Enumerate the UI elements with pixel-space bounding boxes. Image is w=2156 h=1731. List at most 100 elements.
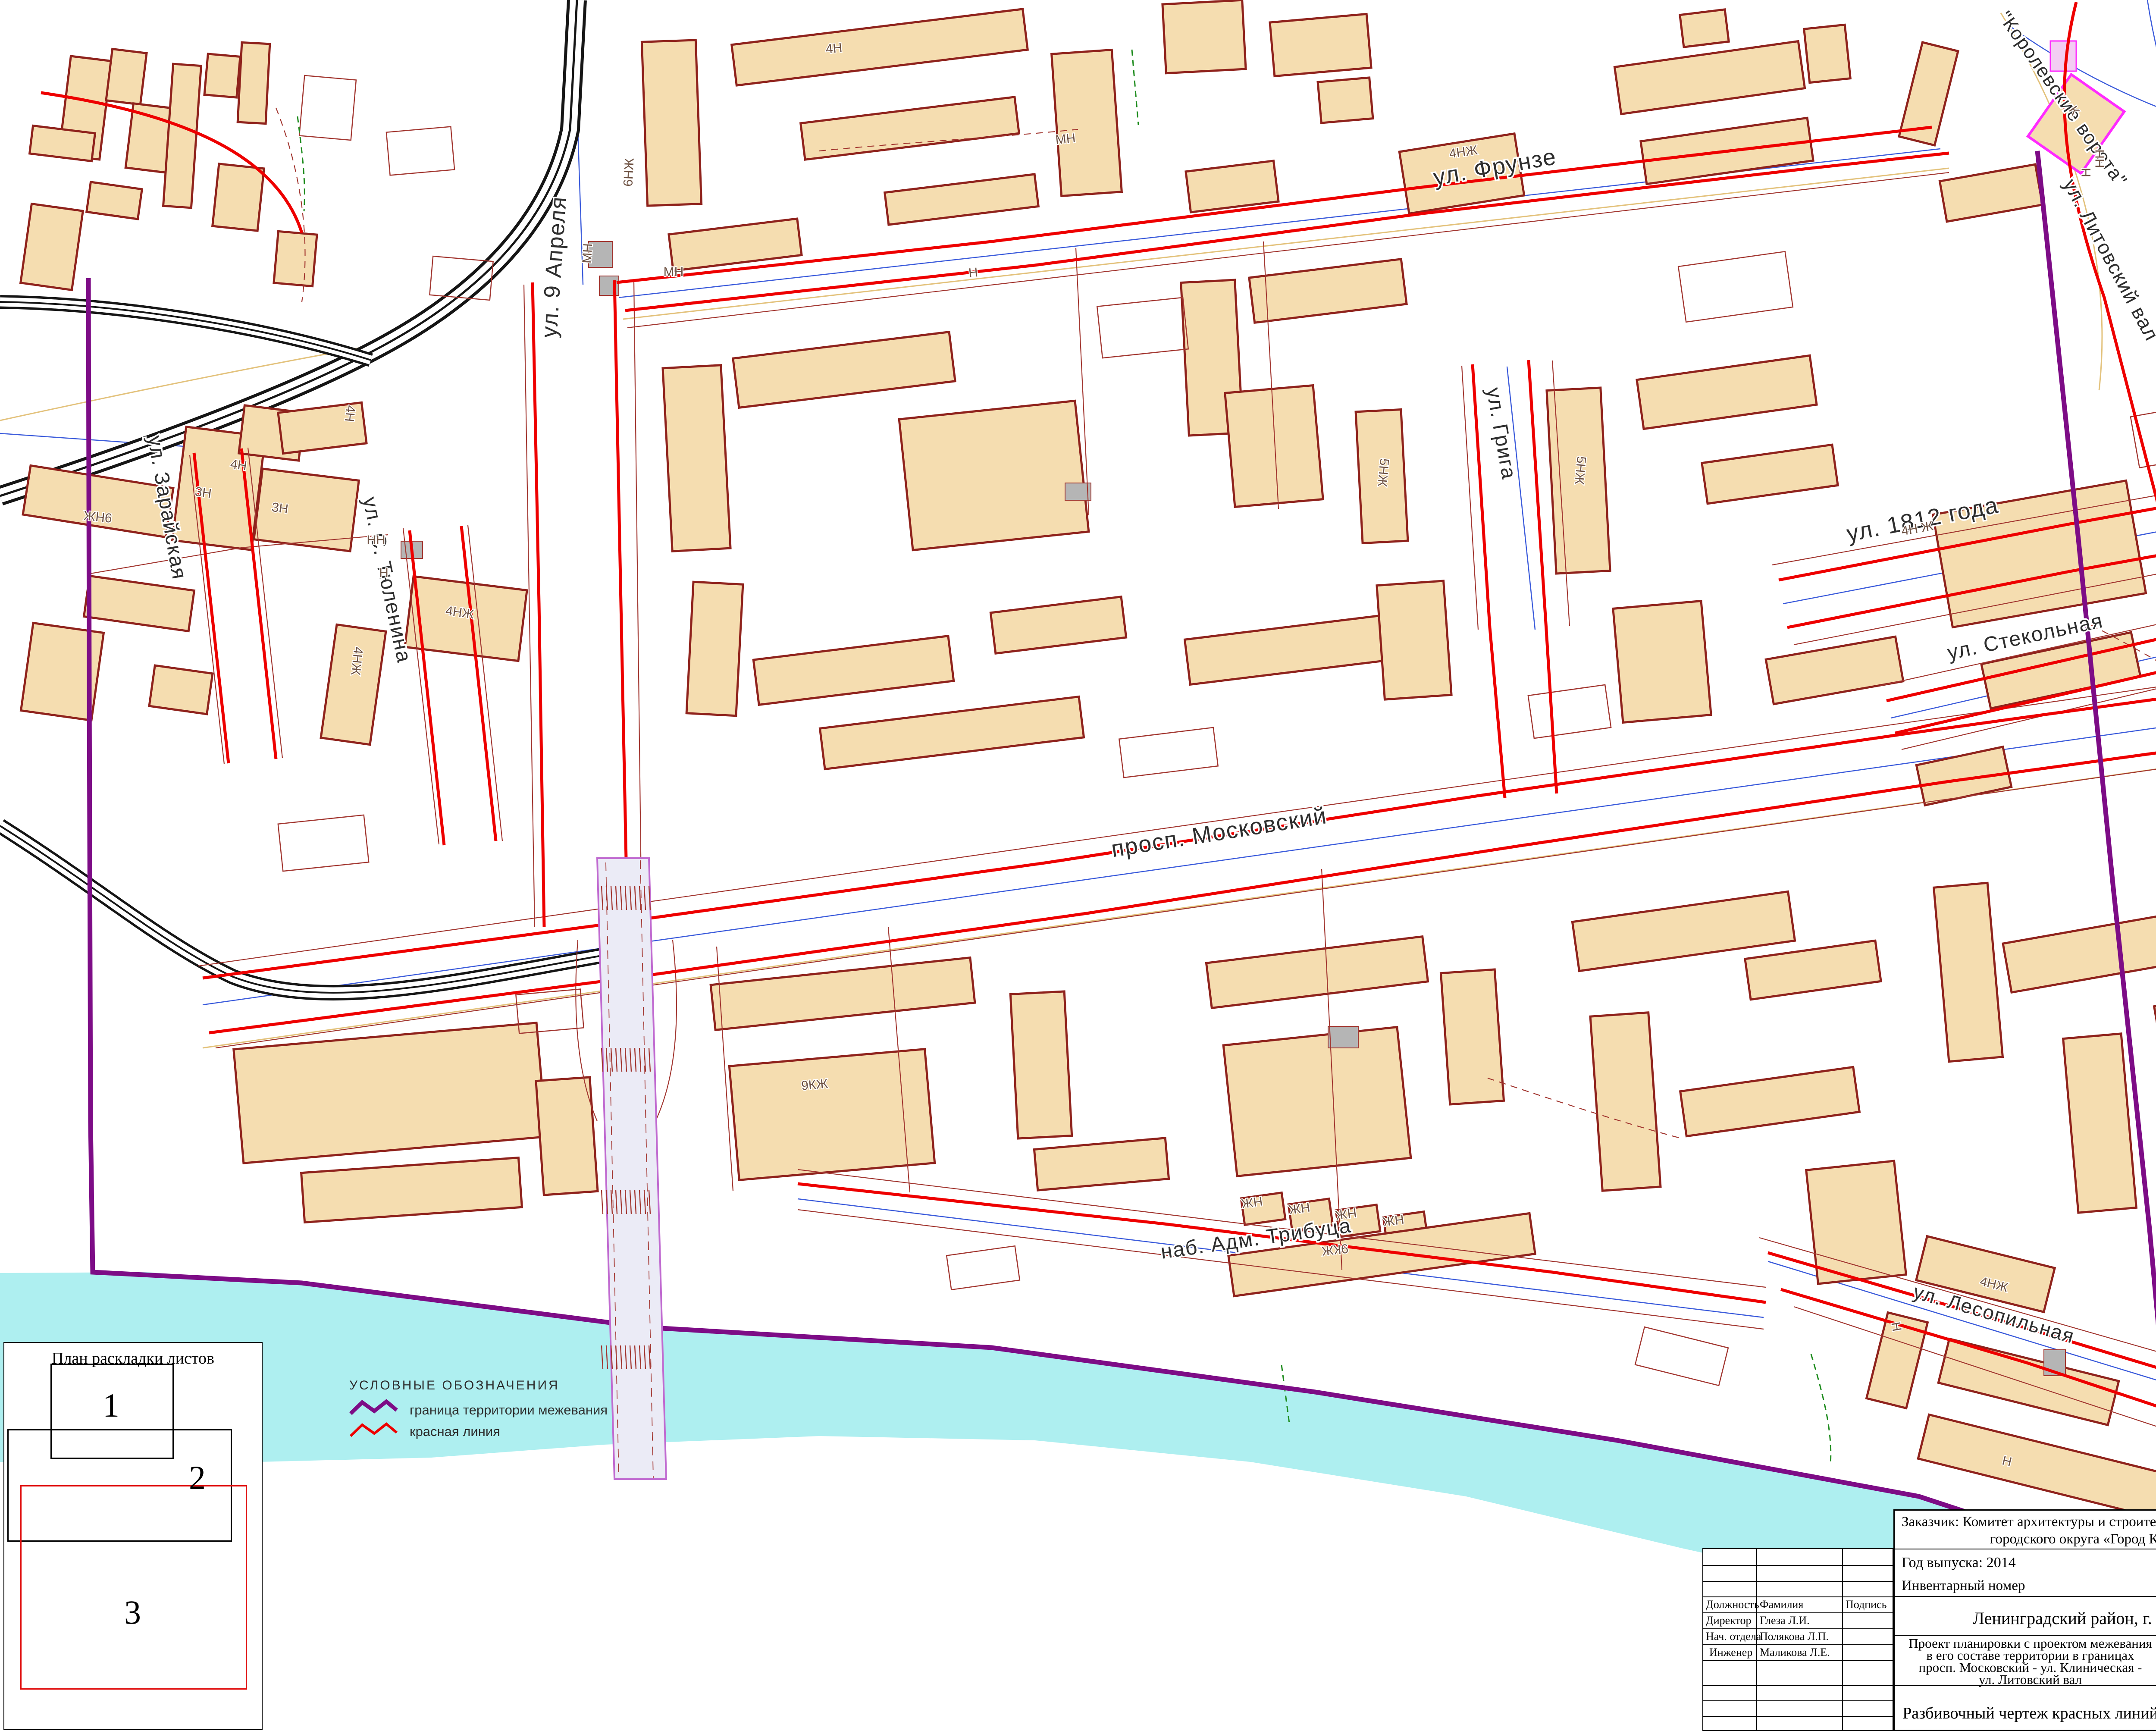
building-label: Н — [379, 566, 389, 580]
building-label: НН — [367, 533, 385, 547]
red-line — [2064, 2, 2156, 1535]
legend-item-boundary: граница территории межевания — [410, 1402, 608, 1418]
name-head: Полякова Л.П. — [1760, 1630, 1829, 1643]
col-position: Должность — [1706, 1598, 1759, 1611]
green-dashed-line — [298, 116, 304, 211]
red-line-symbol — [348, 1420, 400, 1441]
building-label: 4НЖ — [348, 646, 366, 676]
street-edge — [655, 940, 677, 1121]
name-engineer: Маликова Л.Е. — [1760, 1646, 1830, 1659]
col-surname: Фамилия — [1760, 1598, 1803, 1611]
building — [1766, 637, 1903, 704]
col-signature: Подпись — [1846, 1598, 1887, 1611]
building-label: НЖ — [1240, 1194, 1263, 1211]
building-label: 9НЖ — [83, 508, 113, 525]
building — [1185, 613, 1406, 685]
street-edge — [216, 744, 2156, 1048]
street-label: просп. Московский — [1109, 803, 1329, 862]
building-label: 9КЖ — [801, 1076, 829, 1093]
building — [238, 42, 270, 123]
building — [1034, 1138, 1169, 1190]
building — [1206, 937, 1428, 1008]
building — [84, 576, 194, 631]
building — [149, 665, 213, 714]
magenta-block — [2050, 41, 2076, 71]
building — [1441, 969, 1504, 1104]
building — [732, 9, 1028, 85]
building — [204, 54, 240, 97]
red-line — [614, 280, 627, 923]
building — [686, 582, 743, 716]
building — [753, 636, 953, 705]
structure-outline — [1097, 298, 1188, 358]
building — [1249, 259, 1407, 323]
building-label: 4Н — [825, 41, 843, 56]
building — [1745, 941, 1881, 1000]
building-label: 4Н — [229, 457, 248, 474]
survey-boundary — [2037, 151, 2156, 1488]
structure-outline — [946, 1246, 1020, 1289]
building — [1052, 50, 1122, 196]
sheet-number-1: 1 — [103, 1386, 119, 1425]
building-label: 5НЖ — [1572, 455, 1589, 485]
name-director: Глеза Л.И. — [1760, 1614, 1810, 1627]
building — [1590, 1013, 1661, 1191]
building — [1223, 1027, 1411, 1176]
title-block: Должность Фамилия Подпись Директор Глеза… — [1702, 1509, 2156, 1731]
drawing-title: Разбивочный чертеж красных линий — [1895, 1704, 2156, 1723]
plan-sheet: ул. Фрунзеул. 9 Апреляул. Зарайскаяул. С… — [0, 0, 2156, 1731]
building — [1680, 1067, 1860, 1136]
structure-outline — [1678, 251, 1793, 322]
building — [2154, 980, 2156, 1051]
blue-axis-line — [2147, 0, 2156, 358]
sheet-number-3: 3 — [124, 1593, 141, 1632]
stamp-main-box: Заказчик: Комитет архитектуры и строител… — [1893, 1509, 2156, 1731]
street-edge — [468, 525, 502, 841]
building-label: 3Н — [271, 500, 289, 517]
building-label: МН — [664, 265, 684, 279]
sheet-rect-3 — [20, 1485, 247, 1690]
building-label: 9КЖ — [1321, 1241, 1349, 1258]
client-line2: городского округа «Город Калининград» — [1895, 1531, 2156, 1547]
building-label: НЖ — [1288, 1200, 1311, 1217]
building-label: Н — [2079, 168, 2093, 177]
building — [1270, 14, 1371, 76]
structure-outline — [1119, 728, 1218, 778]
role-head: Нач. отдела — [1706, 1630, 1761, 1643]
building — [213, 164, 264, 231]
structure-outline — [299, 75, 356, 140]
structure-outline — [386, 127, 454, 176]
building — [321, 624, 386, 744]
sheet-number-2: 2 — [189, 1458, 206, 1497]
legend-title: УСЛОВНЫЕ ОБОЗНАЧЕНИЯ — [349, 1378, 560, 1393]
street-edge — [403, 528, 439, 844]
building — [87, 182, 142, 219]
structure-outline — [278, 815, 369, 871]
legend-item-redline: красная линия — [410, 1424, 500, 1439]
building — [536, 1077, 598, 1195]
structure-outline — [1635, 1327, 1728, 1386]
green-dashed-line — [1811, 1354, 1831, 1464]
building-label: НЖ — [1334, 1205, 1357, 1223]
building — [2003, 913, 2156, 993]
building-label: 4Н — [342, 405, 358, 423]
building — [642, 40, 701, 206]
building — [1163, 0, 1246, 73]
building — [234, 1023, 546, 1163]
building — [820, 696, 1084, 769]
building-label: НЖ — [1382, 1212, 1405, 1229]
street-label: ул. Литовский вал — [2059, 175, 2156, 345]
building — [885, 174, 1039, 225]
project-line4: ул. Литовский вал — [1895, 1674, 2156, 1686]
building — [21, 204, 83, 290]
red-line — [209, 729, 2156, 1033]
role-director: Директор — [1706, 1614, 1752, 1627]
map-canvas: ул. Фрунзеул. 9 Апреляул. Зарайскаяул. С… — [0, 0, 2156, 1731]
building-label: НН — [2093, 149, 2107, 168]
building — [1680, 9, 1729, 47]
building — [2063, 1034, 2137, 1213]
building — [106, 49, 147, 105]
building — [1940, 164, 2042, 222]
building — [899, 401, 1089, 550]
building — [1186, 161, 1279, 212]
